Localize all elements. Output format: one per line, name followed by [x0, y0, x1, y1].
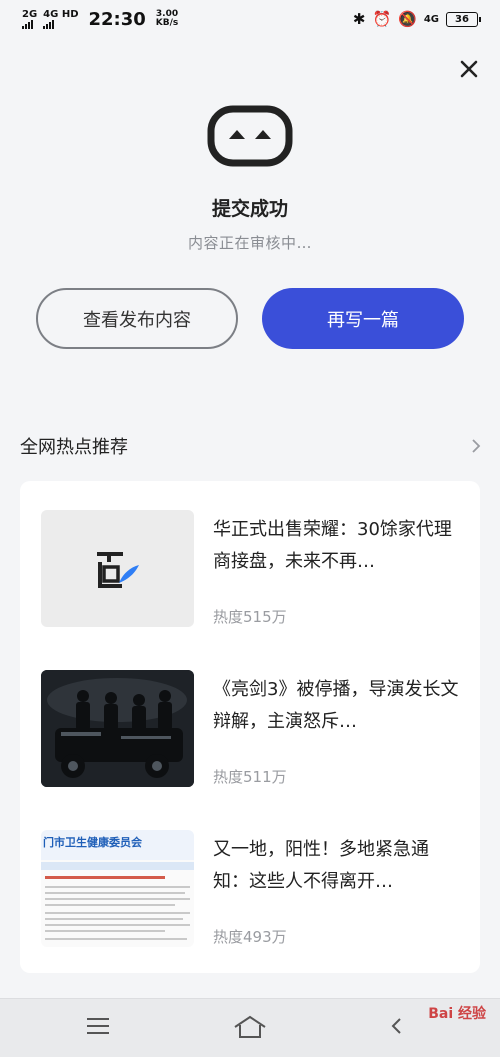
- system-nav-bar: [0, 998, 500, 1057]
- hot-recommend-title: 全网热点推荐: [20, 437, 128, 458]
- clock: 22:30: [88, 8, 146, 30]
- news-title: 华正式出售荣耀：30馀家代理商接盘，未来不再…: [213, 519, 452, 572]
- signal-bars-icon: [43, 19, 55, 29]
- close-button[interactable]: [456, 56, 482, 82]
- back-icon: [391, 1018, 401, 1034]
- status-left: 2G 4G HD 22:30 3.00 KB/s: [22, 9, 178, 30]
- status-right: ✱ ⏰ 🔕 4G 36: [352, 9, 481, 28]
- news-title: 又一地，阳性！多地紧急通知：这些人不得离开…: [213, 839, 429, 892]
- menu-icon: [87, 1018, 109, 1034]
- baidu-jingyan-watermark: Bai 经验: [428, 1006, 486, 1022]
- news-item[interactable]: 门市卫生健康委员会 又一地，阳性！多地紧急通知：这些人不得离开… 热度493万: [41, 830, 461, 948]
- news-thumbnail: [41, 670, 194, 787]
- alarm-icon: ⏰: [372, 9, 392, 28]
- menu-button[interactable]: [86, 1015, 110, 1041]
- network-4g-status: 4G: [423, 13, 439, 25]
- home-button[interactable]: [233, 1015, 267, 1043]
- document-nav-strip: [41, 862, 194, 870]
- battery-level: 36: [455, 13, 469, 25]
- baidu-logo-icon: [96, 551, 139, 588]
- network-speed: 3.00 KB/s: [156, 10, 178, 28]
- soldiers-photo-image: [41, 670, 194, 787]
- news-item[interactable]: 《亮剑3》被停播，导演发长文辩解，主演怒斥… 热度511万: [41, 670, 461, 788]
- back-button[interactable]: [390, 1015, 414, 1041]
- hot-news-card: 华正式出售荣耀：30馀家代理商接盘，未来不再… 热度515万 《亮剑3》被停播，…: [20, 481, 480, 973]
- news-item[interactable]: 华正式出售荣耀：30馀家代理商接盘，未来不再… 热度515万: [41, 510, 461, 628]
- news-thumbnail: [41, 510, 194, 627]
- status-bar: 2G 4G HD 22:30 3.00 KB/s ✱ ⏰ 🔕 4G 36: [0, 0, 500, 38]
- news-title: 《亮剑3》被停播，导演发长文辩解，主演怒斥…: [213, 679, 459, 732]
- chevron-right-icon[interactable]: [470, 437, 482, 455]
- hot-recommend-header[interactable]: 全网热点推荐: [20, 432, 482, 460]
- network-2g-label: 2G: [22, 8, 38, 20]
- success-title: 提交成功: [211, 198, 288, 220]
- document-header-text: 门市卫生健康委员会: [43, 836, 142, 849]
- document-text-lines: [45, 876, 190, 940]
- network-2g-indicator: 2G: [22, 8, 38, 29]
- mute-icon: 🔕: [398, 9, 417, 28]
- network-speed-unit: KB/s: [155, 18, 179, 28]
- home-icon: [234, 1015, 266, 1038]
- news-heat: 热度511万: [213, 768, 287, 786]
- network-4g-label: 4G HD: [43, 8, 79, 20]
- review-status-text: 内容正在审核中…: [187, 234, 312, 252]
- news-heat: 热度515万: [213, 608, 287, 626]
- battery-icon: 36: [446, 11, 481, 27]
- write-another-button[interactable]: 再写一篇: [262, 288, 464, 349]
- signal-bars-icon: [22, 19, 33, 29]
- view-published-button[interactable]: 查看发布内容: [36, 288, 238, 349]
- news-heat: 热度493万: [213, 928, 287, 946]
- robot-face-icon: [207, 105, 293, 167]
- network-4g-indicator: 4G HD: [43, 8, 79, 29]
- close-icon: [460, 60, 478, 78]
- bluetooth-icon: ✱: [352, 9, 366, 28]
- news-thumbnail: 门市卫生健康委员会: [41, 830, 194, 947]
